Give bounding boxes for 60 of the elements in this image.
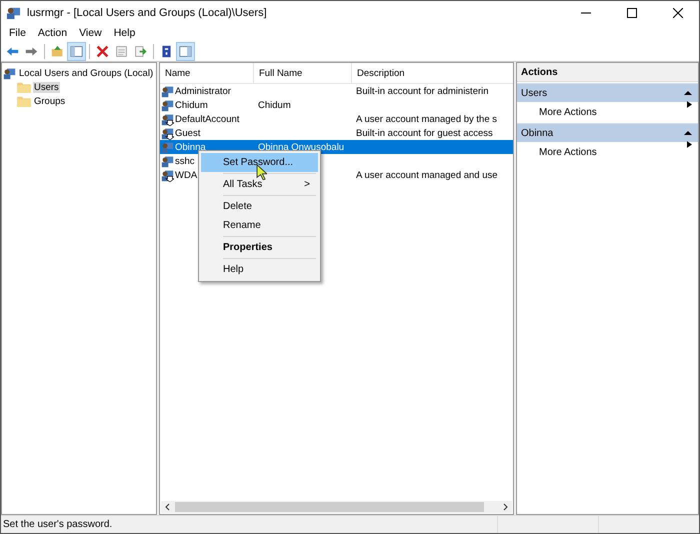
user-name: Obinna — [175, 142, 206, 152]
folder-up-icon — [51, 44, 64, 58]
full-name: Chidum — [258, 100, 291, 110]
user-name: Guest — [175, 128, 200, 138]
user-name: Chidum — [175, 100, 208, 110]
menu-item[interactable]: Rename — [201, 216, 318, 235]
users-groups-icon — [3, 66, 16, 80]
user-name: WDA — [175, 170, 198, 180]
menu-item[interactable]: File — [3, 26, 32, 38]
sheet-icon — [115, 44, 128, 58]
pane-toggle-button[interactable] — [177, 42, 194, 60]
action-item[interactable]: More Actions — [517, 102, 698, 122]
menu-item[interactable]: Action — [32, 26, 74, 38]
status-text: Set the user's password. — [2, 519, 114, 530]
description: Built-in account for administerin — [356, 86, 489, 96]
scroll-left-icon[interactable] — [164, 503, 172, 511]
menu-item[interactable]: View — [73, 26, 108, 38]
actions-title: Actions — [517, 63, 698, 82]
x-icon — [96, 44, 109, 58]
menu-item[interactable]: Help — [201, 260, 318, 279]
app-icon — [6, 5, 21, 20]
folder-icon — [17, 81, 31, 93]
menu-item[interactable]: Help — [108, 26, 142, 38]
user-name: DefaultAccount — [175, 114, 240, 124]
menu-item[interactable]: All Tasks > — [201, 175, 318, 194]
tree-item[interactable]: Users — [33, 82, 60, 92]
column-header[interactable]: Description — [352, 63, 513, 83]
description: A user account managed and use — [356, 170, 498, 180]
section-header[interactable]: Obinna — [517, 123, 698, 142]
section-header[interactable]: Users — [517, 83, 698, 102]
column-header[interactable]: Full Name — [254, 63, 352, 83]
full-name: Obinna Onwusobalu — [258, 142, 344, 152]
help-icon — [160, 44, 173, 58]
menu-item[interactable]: Delete — [201, 197, 318, 216]
user-name: Administrator — [175, 86, 231, 96]
window-title: lusrmgr - [Local Users and Groups (Local)\Users] — [27, 6, 267, 18]
column-header[interactable]: Name — [160, 63, 254, 83]
selected-row[interactable]: Obinna Obinna Onwusobalu — [160, 140, 513, 154]
submenu-arrow-icon — [687, 141, 692, 148]
collapse-icon[interactable] — [684, 129, 692, 137]
description: A user account managed by the s — [356, 114, 498, 124]
tree-toggle-button[interactable] — [68, 42, 85, 60]
pointer-icon — [256, 164, 267, 180]
export-icon — [134, 44, 147, 58]
submenu-arrow-icon — [687, 101, 692, 108]
close-icon[interactable] — [673, 8, 683, 18]
user-name: sshc — [175, 156, 195, 166]
menu-item[interactable]: Set Password... — [201, 153, 318, 172]
horizontal-scrollbar[interactable] — [161, 501, 512, 513]
menu-item[interactable]: Properties — [201, 238, 318, 257]
scroll-right-icon[interactable] — [501, 503, 509, 511]
left-pane-icon — [70, 44, 83, 58]
action-item[interactable]: More Actions — [517, 142, 698, 162]
folder-icon — [17, 95, 31, 107]
right-pane-icon — [179, 44, 192, 58]
maximize-icon[interactable] — [627, 8, 637, 18]
tree-item[interactable]: Groups — [33, 96, 66, 106]
tree-root[interactable]: Local Users and Groups (Local) — [18, 68, 154, 78]
description: Built-in account for guest access — [356, 128, 493, 138]
collapse-icon[interactable] — [684, 89, 692, 97]
